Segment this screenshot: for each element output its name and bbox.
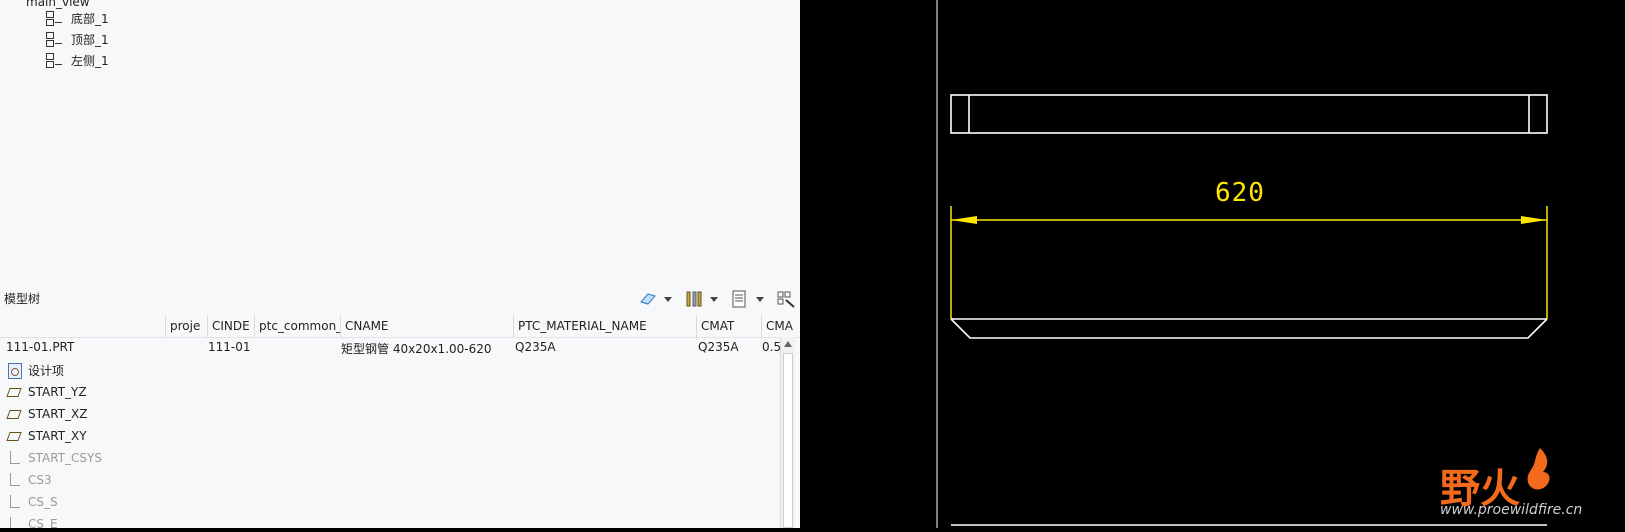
list-item[interactable]: CS3 [6, 469, 52, 491]
tree-item-left[interactable]: 左侧_1 [45, 50, 109, 70]
list-item-label: START_CSYS [28, 451, 102, 465]
flame-icon [1527, 448, 1550, 490]
tree-item-top[interactable]: 顶部_1 [45, 29, 109, 49]
table-row[interactable]: 111-01.PRT 111-01 矩型钢管 40x20x1.00-620 Q2… [0, 337, 782, 359]
watermark-logo: 野火 www.proewildfire.cn [1440, 448, 1620, 518]
list-item[interactable]: START_CSYS [6, 447, 102, 469]
drawing-tree: main_view 底部_1 顶部_1 左侧_1 [0, 0, 800, 280]
chevron-down-icon[interactable] [664, 296, 672, 302]
part-name: 111-01.PRT [6, 340, 75, 354]
cname-value: 矩型钢管 40x20x1.00-620 [341, 342, 492, 356]
drawing-svg [936, 0, 1548, 528]
list-item[interactable]: 设计项 [6, 359, 64, 381]
column-proje[interactable]: proje [165, 315, 207, 337]
cmat-value: Q235A [698, 340, 739, 354]
document-icon[interactable] [730, 290, 750, 308]
list-item-label: START_XY [28, 429, 87, 443]
left-panel: main_view 底部_1 顶部_1 左侧_1 模型树 proje CINDE… [0, 0, 801, 528]
design-item-icon [6, 362, 22, 379]
column-ptc-common[interactable]: ptc_common_ [254, 315, 340, 337]
view-icon [45, 10, 63, 26]
list-item-label: CS3 [28, 473, 52, 487]
tree-item-bottom[interactable]: 底部_1 [45, 8, 109, 28]
view-icon [45, 31, 63, 47]
model-tree-title: 模型树 [4, 291, 41, 306]
chevron-down-icon[interactable] [756, 296, 764, 302]
model-tree-rows: 111-01.PRT 111-01 矩型钢管 40x20x1.00-620 Q2… [0, 337, 800, 528]
list-item[interactable]: START_XZ [6, 403, 87, 425]
csys-icon [6, 494, 22, 510]
dimension-arrow-right-icon [1521, 216, 1547, 224]
tree-item-label: 底部_1 [71, 11, 109, 26]
csys-icon [6, 450, 22, 466]
csys-icon [6, 472, 22, 488]
chevron-down-icon[interactable] [710, 296, 718, 302]
cinde-value: 111-01 [208, 340, 251, 354]
list-item-label: START_XZ [28, 407, 88, 421]
datum-plane-icon [6, 428, 22, 444]
list-item[interactable]: CS_E [6, 513, 58, 528]
column-cmat[interactable]: CMAT [696, 315, 761, 337]
datum-plane-icon [6, 406, 22, 422]
material-name-value: Q235A [515, 340, 556, 354]
column-name[interactable] [0, 315, 165, 337]
column-cma[interactable]: CMA [761, 315, 799, 337]
top-view-outline [950, 94, 1548, 134]
model-tree-toolbar [638, 290, 796, 308]
column-cname[interactable]: CNAME [340, 315, 513, 337]
column-cinde[interactable]: CINDE [207, 315, 254, 337]
csys-icon [6, 516, 22, 528]
tree-item-label: 左侧_1 [71, 53, 109, 68]
list-item[interactable]: CS_S [6, 491, 58, 513]
list-item-label: CS_E [28, 517, 58, 528]
front-view-chamfer-outline [950, 318, 1548, 339]
datum-plane-icon [6, 384, 22, 400]
model-tree-columns: proje CINDE ptc_common_ CNAME PTC_MATERI… [0, 315, 800, 338]
column-ptc-material-name[interactable]: PTC_MATERIAL_NAME [513, 315, 696, 337]
scroll-thumb[interactable] [783, 353, 793, 528]
tree-item-label: 顶部_1 [71, 32, 109, 47]
list-item-label: CS_S [28, 495, 58, 509]
dimension-text: 620 [1215, 178, 1265, 208]
view-icon [45, 52, 63, 68]
eraser-icon[interactable] [638, 290, 658, 308]
vertical-scrollbar[interactable] [780, 337, 795, 528]
scroll-up-icon[interactable] [784, 341, 792, 347]
list-item[interactable]: START_YZ [6, 381, 87, 403]
list-item-label: START_YZ [28, 385, 87, 399]
dimension-arrow-left-icon [951, 216, 977, 224]
grid-settings-icon[interactable] [776, 290, 796, 308]
list-item-label: 设计项 [28, 363, 65, 378]
watermark-url: www.proewildfire.cn [1440, 502, 1583, 518]
tools-icon[interactable] [684, 290, 704, 308]
cma-value: 0.5 [762, 340, 782, 354]
list-item[interactable]: START_XY [6, 425, 87, 447]
drawing-canvas[interactable]: 620 [800, 0, 1625, 528]
